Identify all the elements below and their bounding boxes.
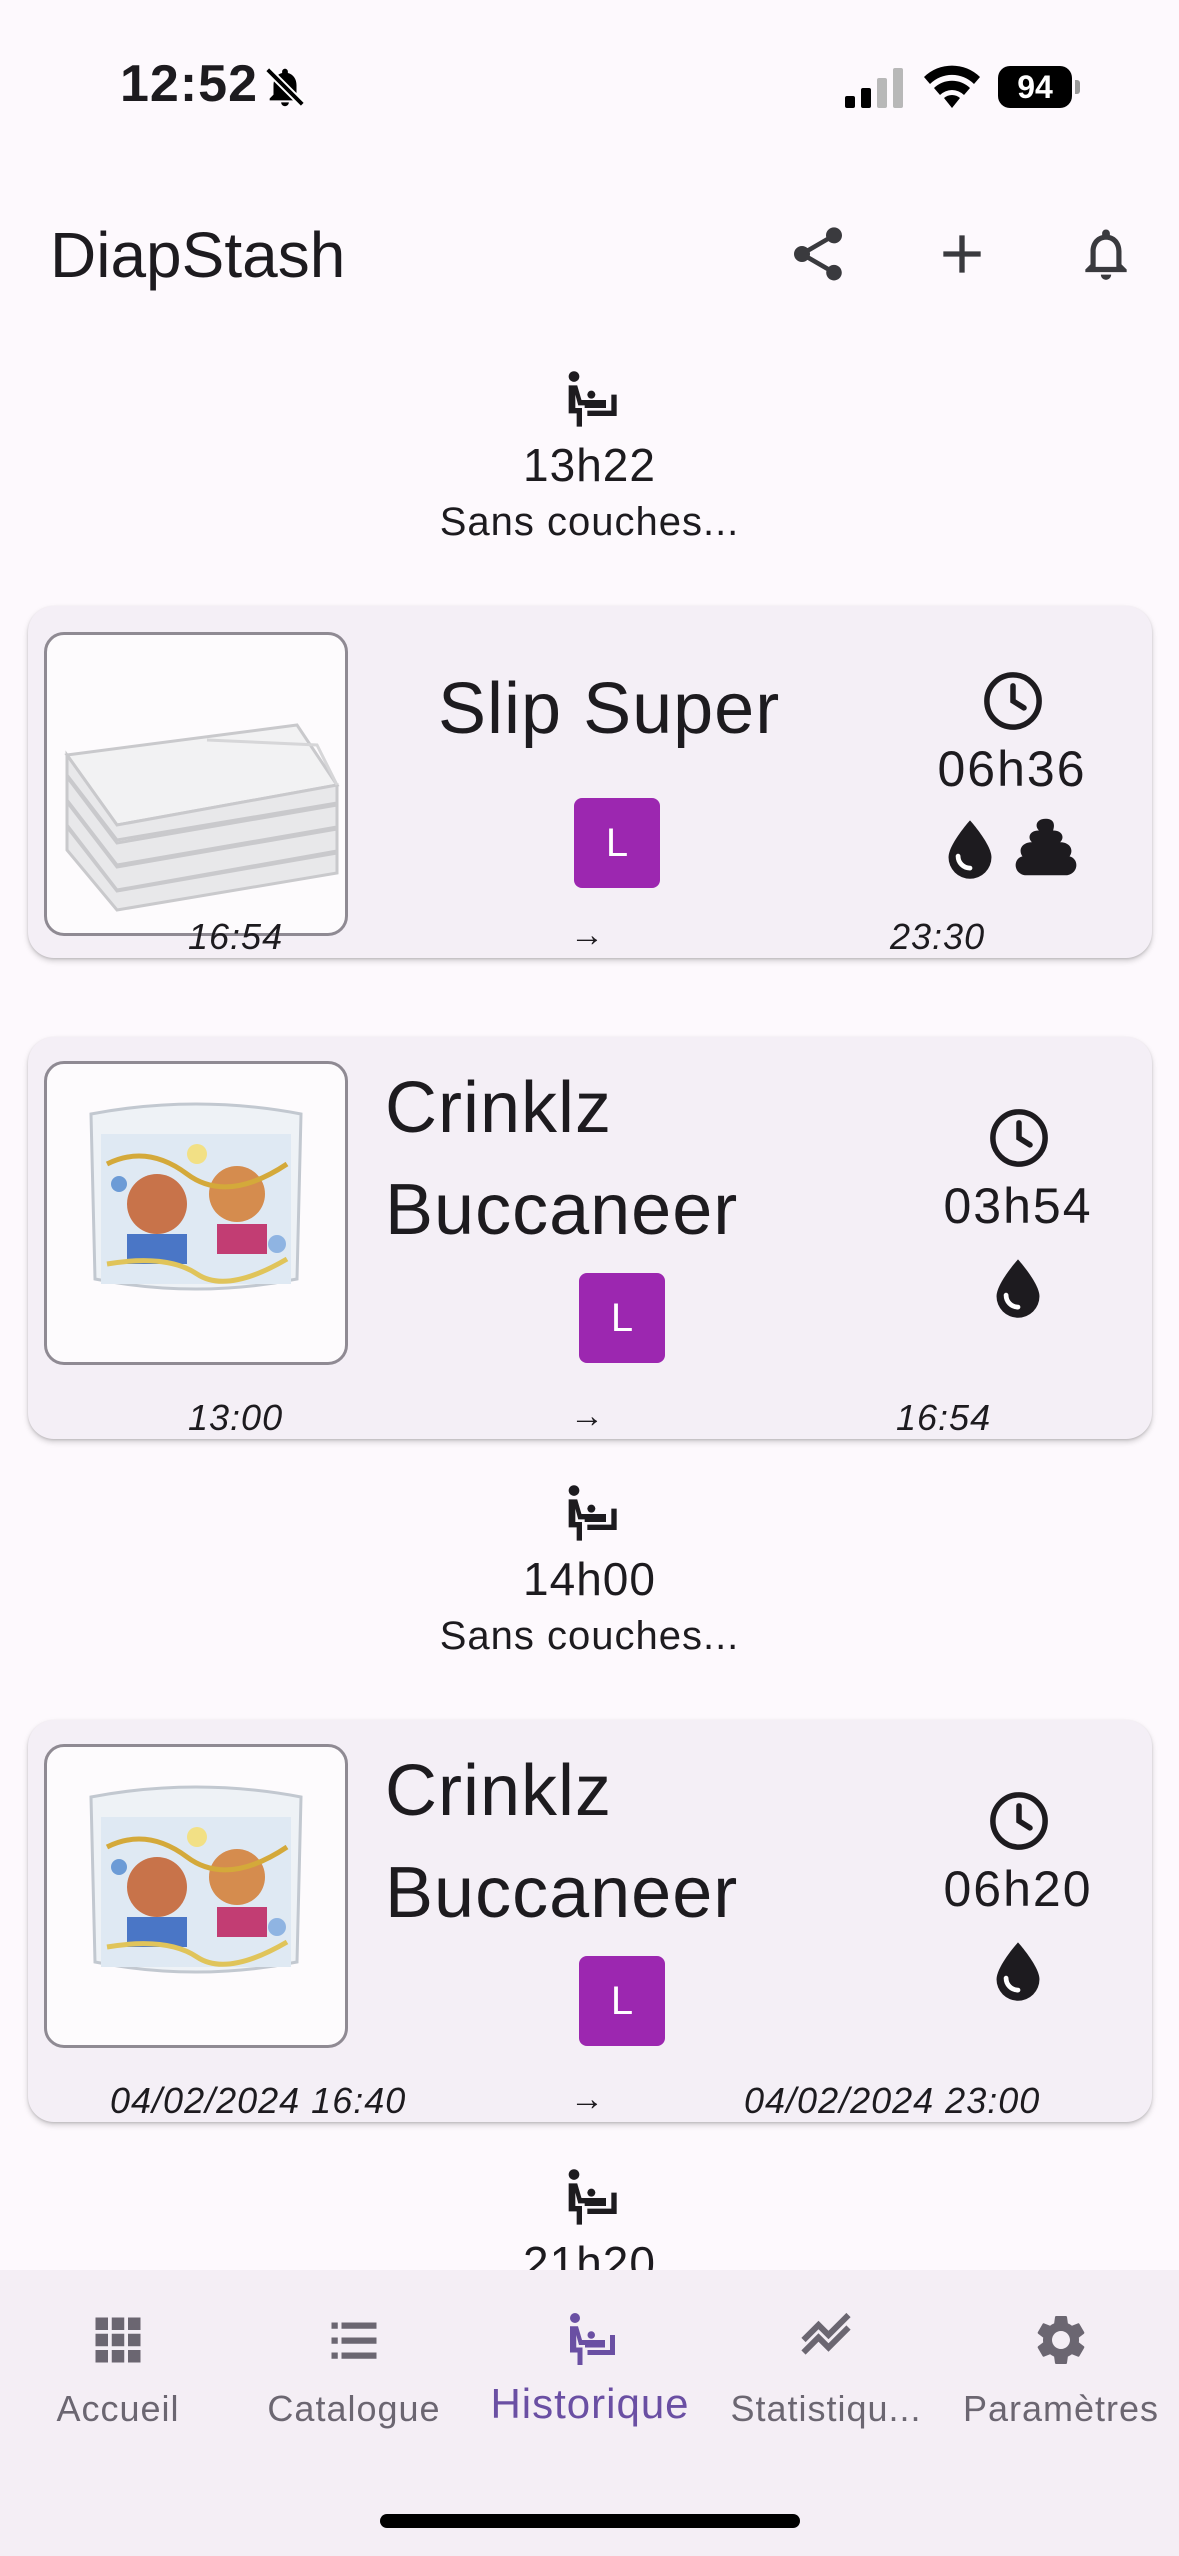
- diaper-thumbnail: [44, 632, 348, 936]
- baby-changing-icon: [570, 2313, 615, 2365]
- no-diaper-gap: 13h22 Sans couches...: [0, 368, 1179, 545]
- diaper-name-line2: Buccaneer: [385, 1853, 739, 1933]
- clock-icon: [990, 1792, 1048, 1850]
- size-badge: L: [579, 1956, 665, 2046]
- nav-label: Paramètres: [962, 2388, 1160, 2429]
- gear-icon: [1037, 2316, 1085, 2364]
- wet-drop-icon: [948, 820, 992, 879]
- baby-changing-icon: [568, 2169, 617, 2225]
- battery-icon: 94: [998, 64, 1080, 110]
- status-time: 12:52: [120, 55, 258, 113]
- list-icon: [331, 2322, 377, 2359]
- app-bar: DiapStash: [0, 180, 1179, 320]
- diaper-stack-image: [64, 723, 340, 912]
- nav-label: Accueil: [56, 2388, 180, 2429]
- gap-duration: 14h00: [523, 1553, 656, 1605]
- wet-drop-icon: [996, 1942, 1040, 2001]
- nav-statistiques[interactable]: Statistiqu...: [708, 2310, 944, 2430]
- printed-diaper-image: [89, 1102, 303, 1291]
- diaper-name-line2: Buccaneer: [385, 1170, 739, 1250]
- gap-duration: 13h22: [523, 439, 656, 491]
- nav-accueil[interactable]: Accueil: [0, 2310, 236, 2430]
- wear-duration: 06h20: [943, 1861, 1093, 1917]
- battery-level: 94: [998, 66, 1072, 108]
- clock-icon: [984, 672, 1042, 730]
- gap-label: Sans couches...: [439, 1614, 740, 1658]
- start-datetime: 04/02/2024 16:40: [110, 2080, 407, 2121]
- wear-duration: 03h54: [943, 1178, 1093, 1234]
- nav-label: Catalogue: [267, 2388, 441, 2429]
- grid-icon: [95, 2317, 141, 2363]
- diaper-name: Slip Super: [438, 669, 781, 749]
- nav-label: Historique: [490, 2380, 690, 2427]
- clock-icon: [990, 1109, 1048, 1167]
- chart-icon: [801, 2312, 851, 2355]
- end-time: 16:54: [896, 1397, 992, 1438]
- status-bar: 12:52 94: [0, 0, 1179, 150]
- diaper-change-card[interactable]: Slip Super L 06h36 16:54 → 23:30: [28, 606, 1152, 958]
- baby-changing-icon: [568, 371, 617, 427]
- messy-icon: [1015, 818, 1077, 876]
- diaper-thumbnail: [44, 1744, 348, 2048]
- diaper-thumbnail: [44, 1061, 348, 1365]
- size-badge: L: [579, 1273, 665, 1363]
- printed-diaper-image: [89, 1785, 303, 1974]
- gap-label: Sans couches...: [439, 500, 740, 544]
- diaper-change-card[interactable]: Crinklz Buccaneer L 06h20 04/02/2024 16:…: [28, 1720, 1152, 2122]
- screen: 12:52 94 DiapStash 13h22 Sans couches...…: [0, 0, 1179, 2556]
- share-button[interactable]: [782, 218, 854, 290]
- add-icon: [943, 235, 981, 273]
- size-badge: L: [574, 798, 660, 888]
- arrow: →: [570, 916, 604, 954]
- app-title: DiapStash: [50, 219, 346, 291]
- wear-duration: 06h36: [937, 741, 1087, 797]
- history-list[interactable]: 13h22 Sans couches... Slip Super L 06h36…: [0, 340, 1179, 2270]
- notifications-button[interactable]: [1070, 218, 1142, 290]
- diaper-change-card[interactable]: Crinklz Buccaneer L 03h54 13:00 → 16:54: [28, 1037, 1152, 1439]
- wifi-icon: [924, 65, 980, 108]
- start-time: 16:54: [188, 916, 284, 957]
- baby-changing-icon: [568, 1485, 617, 1541]
- gap-duration: 21h20: [523, 2237, 656, 2270]
- share-icon: [794, 227, 842, 281]
- arrow: →: [570, 2080, 604, 2118]
- home-indicator[interactable]: [380, 2514, 800, 2528]
- no-diaper-gap: 14h00 Sans couches...: [0, 1482, 1179, 1659]
- wet-drop-icon: [996, 1259, 1040, 1318]
- diaper-name-line1: Crinklz: [385, 1068, 613, 1148]
- add-button[interactable]: [926, 218, 998, 290]
- bell-off-icon: [265, 67, 305, 107]
- no-diaper-gap: 21h20: [0, 2166, 1179, 2270]
- nav-parametres[interactable]: Paramètres: [943, 2310, 1179, 2430]
- bell-icon: [1085, 229, 1127, 280]
- start-time: 13:00: [188, 1397, 284, 1438]
- signal-icon: [845, 68, 903, 108]
- diaper-name-line1: Crinklz: [385, 1751, 613, 1831]
- nav-catalogue[interactable]: Catalogue: [236, 2310, 472, 2430]
- end-time: 23:30: [890, 916, 986, 957]
- nav-historique[interactable]: Historique: [472, 2310, 708, 2428]
- nav-label: Statistiqu...: [730, 2388, 922, 2429]
- end-datetime: 04/02/2024 23:00: [744, 2080, 1041, 2121]
- arrow: →: [570, 1397, 604, 1435]
